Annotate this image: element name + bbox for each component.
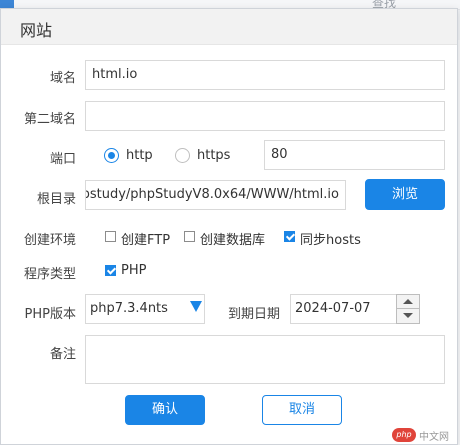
- dialog-title: 网站: [20, 21, 53, 40]
- date-spinner: [396, 294, 420, 324]
- http-radio[interactable]: [104, 148, 119, 163]
- site-watermark: php 中文网: [392, 426, 458, 444]
- php-checkbox[interactable]: [105, 265, 116, 276]
- root-dir-input[interactable]: D:/phpstudy/phpStudyV8.0x64/WWW/html.io: [85, 180, 346, 210]
- create-env-label: 创建环境: [23, 233, 76, 248]
- watermark-text: 中文网: [419, 432, 449, 443]
- note-textarea[interactable]: [85, 335, 445, 384]
- domain-input[interactable]: html.io: [85, 60, 445, 90]
- second-domain-input[interactable]: [85, 101, 445, 131]
- https-radio[interactable]: [175, 148, 190, 163]
- root-dir-label: 根目录: [36, 192, 76, 207]
- php-version-select[interactable]: php7.3.4nts: [85, 294, 205, 324]
- spin-down-icon[interactable]: [397, 309, 419, 323]
- dropdown-arrow-icon[interactable]: [190, 301, 202, 312]
- php-version-label: PHP版本: [24, 307, 76, 322]
- root-dir-value: D:/phpstudy/phpStudyV8.0x64/WWW/html.io: [86, 187, 339, 202]
- browse-button[interactable]: 浏览: [365, 179, 445, 210]
- create-ftp-checkbox[interactable]: [105, 231, 116, 242]
- note-label: 备注: [49, 347, 76, 362]
- second-domain-label: 第二域名: [23, 112, 76, 127]
- dialog-header: 网站: [1, 9, 457, 45]
- expire-date-label: 到期日期: [227, 307, 280, 322]
- php-checkbox-label[interactable]: PHP: [121, 263, 146, 278]
- create-db-label[interactable]: 创建数据库: [200, 229, 265, 248]
- domain-label: 域名: [49, 71, 76, 86]
- port-input[interactable]: 80: [264, 140, 445, 170]
- cancel-button[interactable]: 取消: [262, 395, 342, 425]
- create-ftp-label[interactable]: 创建FTP: [121, 229, 170, 248]
- expire-date-value: 2024-07-07: [295, 301, 371, 316]
- port-label: 端口: [49, 152, 76, 167]
- php-logo-icon: php: [392, 428, 416, 442]
- php-version-value: php7.3.4nts: [90, 301, 168, 316]
- create-db-checkbox[interactable]: [184, 231, 195, 242]
- spin-up-icon[interactable]: [397, 295, 419, 309]
- program-type-label: 程序类型: [23, 267, 76, 282]
- sync-hosts-label[interactable]: 同步hosts: [300, 229, 361, 248]
- https-radio-label[interactable]: https: [197, 148, 230, 163]
- http-radio-label[interactable]: http: [126, 148, 153, 163]
- sync-hosts-checkbox[interactable]: [284, 231, 295, 242]
- confirm-button[interactable]: 确认: [125, 395, 205, 425]
